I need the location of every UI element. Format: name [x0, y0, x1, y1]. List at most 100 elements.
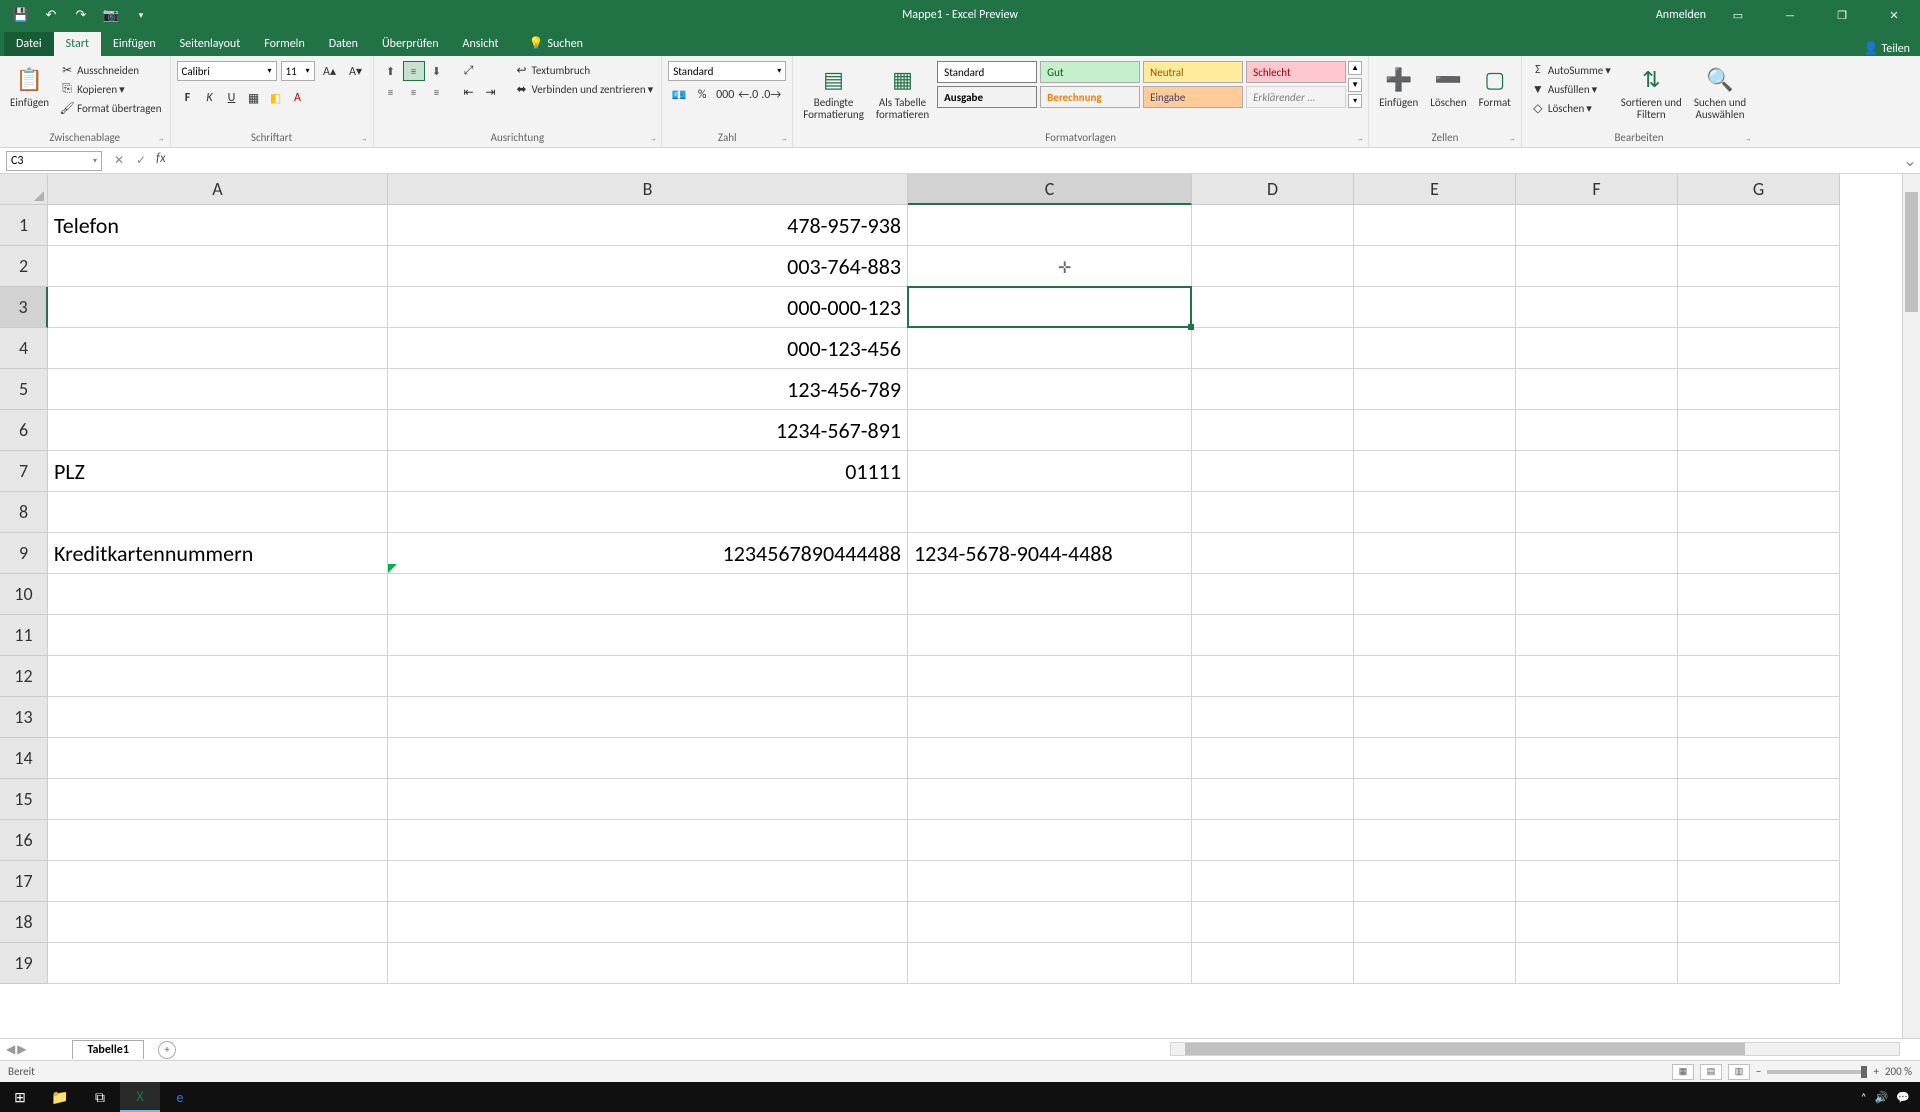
cell-G4[interactable] [1678, 328, 1840, 369]
row-header-10[interactable]: 10 [0, 574, 48, 615]
cell-G6[interactable] [1678, 410, 1840, 451]
column-header-D[interactable]: D [1192, 174, 1354, 205]
cell-C14[interactable] [908, 738, 1192, 779]
cell-C19[interactable] [908, 943, 1192, 984]
cell-E12[interactable] [1354, 656, 1516, 697]
zoom-level[interactable]: 200 % [1885, 1065, 1912, 1078]
row-header-16[interactable]: 16 [0, 820, 48, 861]
cell-D12[interactable] [1192, 656, 1354, 697]
cell-C13[interactable] [908, 697, 1192, 738]
align-left-button[interactable]: ≡ [380, 82, 402, 102]
cell-C3[interactable] [908, 287, 1192, 328]
conditional-formatting-button[interactable]: ▤ Bedingte Formatierung [799, 61, 868, 123]
cell-D9[interactable] [1192, 533, 1354, 574]
cell-style-schlecht[interactable]: Schlecht [1246, 61, 1346, 83]
cell-C17[interactable] [908, 861, 1192, 902]
percent-format-button[interactable]: % [691, 85, 713, 105]
cell-F8[interactable] [1516, 492, 1678, 533]
cell-A1[interactable]: Telefon [48, 205, 388, 246]
start-button[interactable]: ⊞ [0, 1082, 40, 1112]
column-header-C[interactable]: C [908, 174, 1192, 205]
ribbon-display-button[interactable]: ▭ [1718, 0, 1758, 30]
formula-bar-expand[interactable]: ⌄ [1900, 151, 1920, 171]
cell-D5[interactable] [1192, 369, 1354, 410]
cell-B12[interactable] [388, 656, 908, 697]
cell-F19[interactable] [1516, 943, 1678, 984]
sheet-tab[interactable]: Tabelle1 [72, 1040, 143, 1059]
cell-style-erklaerender[interactable]: Erklärender ... [1246, 86, 1346, 108]
tray-chevron-icon[interactable]: ˄ [1861, 1091, 1867, 1104]
cell-C18[interactable] [908, 902, 1192, 943]
cell-B19[interactable] [388, 943, 908, 984]
cell-A18[interactable] [48, 902, 388, 943]
cell-C1[interactable] [908, 205, 1192, 246]
vertical-scrollbar-thumb[interactable] [1905, 192, 1918, 312]
name-box[interactable]: C3▾ [6, 151, 102, 171]
cell-B8[interactable] [388, 492, 908, 533]
cell-E16[interactable] [1354, 820, 1516, 861]
cell-D18[interactable] [1192, 902, 1354, 943]
cell-A10[interactable] [48, 574, 388, 615]
cell-A9[interactable]: Kreditkartennummern [48, 533, 388, 574]
zoom-slider[interactable] [1767, 1070, 1867, 1074]
font-color-button[interactable]: A [287, 88, 309, 108]
tab-review[interactable]: Überprüfen [370, 32, 451, 56]
cell-style-standard[interactable]: Standard [937, 61, 1037, 83]
style-gallery-expand[interactable]: ▾ [1348, 94, 1362, 108]
cell-F9[interactable] [1516, 533, 1678, 574]
decrease-decimal-button[interactable]: .0→ [760, 85, 782, 105]
row-header-15[interactable]: 15 [0, 779, 48, 820]
cell-style-eingabe[interactable]: Eingabe [1143, 86, 1243, 108]
normal-view-button[interactable]: ▦ [1672, 1064, 1694, 1080]
row-header-1[interactable]: 1 [0, 205, 48, 246]
cell-A7[interactable]: PLZ [48, 451, 388, 492]
cell-D15[interactable] [1192, 779, 1354, 820]
tray-action-center-icon[interactable]: 💬 [1896, 1091, 1910, 1104]
thousands-format-button[interactable]: 000 [714, 85, 736, 105]
tab-formulas[interactable]: Formeln [252, 32, 316, 56]
cell-C8[interactable] [908, 492, 1192, 533]
formula-input[interactable] [172, 151, 1900, 171]
cell-E18[interactable] [1354, 902, 1516, 943]
increase-font-button[interactable]: A▴ [319, 61, 341, 81]
cell-F6[interactable] [1516, 410, 1678, 451]
cell-A12[interactable] [48, 656, 388, 697]
taskbar-explorer[interactable]: 📁 [40, 1082, 80, 1112]
cell-D7[interactable] [1192, 451, 1354, 492]
cell-E13[interactable] [1354, 697, 1516, 738]
cell-G1[interactable] [1678, 205, 1840, 246]
cell-G5[interactable] [1678, 369, 1840, 410]
sheet-nav-prev[interactable]: ◀ [6, 1042, 15, 1057]
cell-C16[interactable] [908, 820, 1192, 861]
orientation-button[interactable]: ⤢ [458, 61, 480, 81]
cell-A13[interactable] [48, 697, 388, 738]
cell-D4[interactable] [1192, 328, 1354, 369]
cell-G9[interactable] [1678, 533, 1840, 574]
cell-A15[interactable] [48, 779, 388, 820]
number-format-select[interactable]: Standard▾ [668, 61, 786, 81]
cell-E17[interactable] [1354, 861, 1516, 902]
cell-D11[interactable] [1192, 615, 1354, 656]
cell-E8[interactable] [1354, 492, 1516, 533]
row-header-13[interactable]: 13 [0, 697, 48, 738]
cell-D3[interactable] [1192, 287, 1354, 328]
cancel-formula-button[interactable]: ✕ [108, 151, 130, 171]
cell-A16[interactable] [48, 820, 388, 861]
redo-button[interactable]: ↷ [70, 4, 92, 26]
cell-F11[interactable] [1516, 615, 1678, 656]
align-right-button[interactable]: ≡ [426, 82, 448, 102]
taskbar-excel[interactable]: X [120, 1082, 160, 1112]
decrease-font-button[interactable]: A▾ [345, 61, 367, 81]
cell-B3[interactable]: 000-000-123 [388, 287, 908, 328]
clear-button[interactable]: ◇Löschen ▾ [1528, 99, 1613, 117]
qat-customize[interactable]: ▾ [130, 4, 152, 26]
align-center-button[interactable]: ≡ [403, 82, 425, 102]
cell-D2[interactable] [1192, 246, 1354, 287]
cell-B1[interactable]: 478-957-938 [388, 205, 908, 246]
cell-E10[interactable] [1354, 574, 1516, 615]
cell-E5[interactable] [1354, 369, 1516, 410]
cell-D13[interactable] [1192, 697, 1354, 738]
fill-color-button[interactable]: ◧ [265, 88, 287, 108]
decrease-indent-button[interactable]: ⇤ [458, 82, 480, 102]
taskbar-taskview[interactable]: ⧉ [80, 1082, 120, 1112]
